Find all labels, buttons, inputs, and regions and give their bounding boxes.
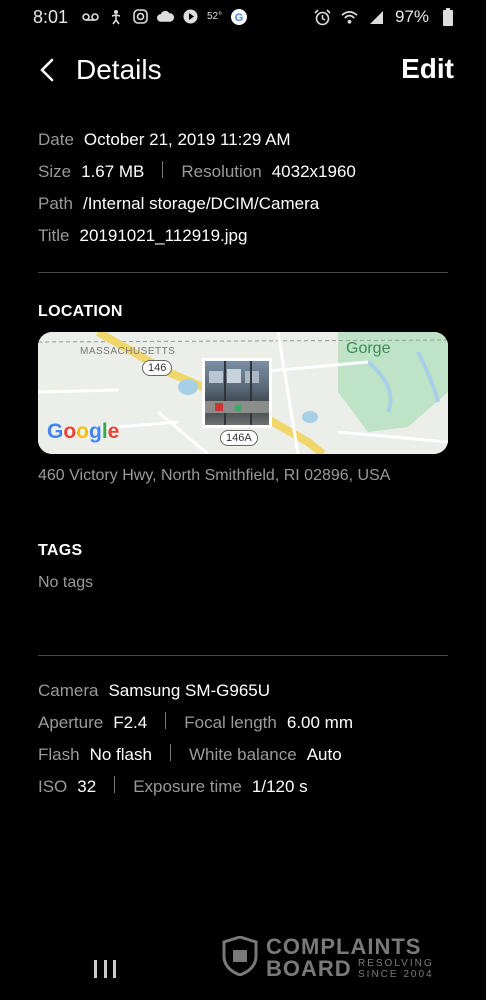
back-button[interactable] xyxy=(36,56,60,84)
edit-button[interactable]: Edit xyxy=(401,53,454,85)
size-resolution-row: Size 1.67 MB Resolution 4032x1960 xyxy=(38,160,356,182)
location-address: 460 Victory Hwy, North Smithfield, RI 02… xyxy=(38,467,391,484)
date-row: Date October 21, 2019 11:29 AM xyxy=(38,130,291,150)
status-time: 8:01 xyxy=(33,7,69,27)
path-row: Path /Internal storage/DCIM/Camera xyxy=(38,194,319,214)
size-label: Size xyxy=(38,162,72,181)
flash-label: Flash xyxy=(38,745,80,764)
camera-label: Camera xyxy=(38,681,99,700)
iso-label: ISO xyxy=(38,777,68,796)
separator xyxy=(114,775,116,793)
divider xyxy=(38,272,448,273)
route-shield: 146 xyxy=(142,360,173,376)
instagram-icon xyxy=(132,8,149,25)
page-title: Details xyxy=(76,54,162,85)
date-label: Date xyxy=(38,130,74,149)
watermark-shield-logo xyxy=(222,936,258,976)
google-logo: Google xyxy=(47,420,120,443)
app-header: Details Edit xyxy=(0,50,486,92)
battery-percentage: 97% xyxy=(394,7,429,26)
separator xyxy=(162,160,164,178)
route-shield: 146A xyxy=(220,430,258,446)
cloud-icon xyxy=(157,8,174,25)
path-label: Path xyxy=(38,194,73,213)
separator xyxy=(165,711,167,729)
iso-exposure-row: ISO 32 Exposure time 1/120 s xyxy=(38,775,308,797)
photo-thumbnail xyxy=(202,358,272,428)
focal-length-value: 6.00 mm xyxy=(286,713,353,732)
camera-row: Camera Samsung SM-G965U xyxy=(38,681,270,701)
google-icon: G xyxy=(230,8,247,25)
no-tags-text: No tags xyxy=(38,574,94,591)
tags-section-title: TAGS xyxy=(38,542,83,559)
white-balance-value: Auto xyxy=(306,745,342,764)
size-value: 1.67 MB xyxy=(81,162,145,181)
iso-value: 32 xyxy=(77,777,97,796)
location-map[interactable]: MASSACHUSETTS Gorge 146 146A Google xyxy=(38,332,448,454)
resolution-value: 4032x1960 xyxy=(271,162,356,181)
notification-icons: 52° G xyxy=(82,8,247,25)
aperture-label: Aperture xyxy=(38,713,104,732)
focal-length-label: Focal length xyxy=(184,713,277,732)
flash-wb-row: Flash No flash White balance Auto xyxy=(38,743,342,765)
exposure-time-value: 1/120 s xyxy=(251,777,308,796)
recent-apps-button[interactable] xyxy=(94,960,116,978)
title-label: Title xyxy=(38,226,70,245)
date-value: October 21, 2019 11:29 AM xyxy=(83,130,291,149)
recents-icon xyxy=(94,960,97,978)
watermark: COMPLAINTS BOARD RESOLVING SINCE 2004 xyxy=(222,934,452,984)
svg-text:G: G xyxy=(234,12,243,24)
accessibility-icon xyxy=(107,8,124,25)
wifi-icon xyxy=(341,9,358,26)
separator xyxy=(169,743,171,761)
white-balance-label: White balance xyxy=(188,745,297,764)
watermark-line2: BOARD xyxy=(266,956,352,981)
aperture-focal-row: Aperture F2.4 Focal length 6.00 mm xyxy=(38,711,353,733)
play-icon xyxy=(182,8,199,25)
watermark-tagline: RESOLVING SINCE 2004 xyxy=(358,958,434,980)
map-state-label: MASSACHUSETTS xyxy=(80,346,176,357)
back-arrow-icon xyxy=(40,58,54,82)
flash-value: No flash xyxy=(89,745,152,764)
path-value: /Internal storage/DCIM/Camera xyxy=(82,194,320,213)
alarm-icon xyxy=(314,8,331,26)
camera-value: Samsung SM-G965U xyxy=(108,681,271,700)
map-place-label: Gorge xyxy=(346,340,391,357)
title-row: Title 20191021_112919.jpg xyxy=(38,226,247,246)
voicemail-icon xyxy=(82,8,99,25)
system-status-icons: 97% xyxy=(314,7,456,27)
weather-temperature: 52° xyxy=(207,11,223,22)
signal-icon xyxy=(368,9,385,26)
resolution-label: Resolution xyxy=(181,162,262,181)
title-value: 20191021_112919.jpg xyxy=(79,226,248,245)
exposure-time-label: Exposure time xyxy=(133,777,242,796)
battery-icon xyxy=(439,8,456,26)
aperture-value: F2.4 xyxy=(113,713,148,732)
status-bar: 8:01 52° G 97% xyxy=(0,0,486,34)
divider xyxy=(38,655,448,656)
location-section-title: LOCATION xyxy=(38,303,123,320)
